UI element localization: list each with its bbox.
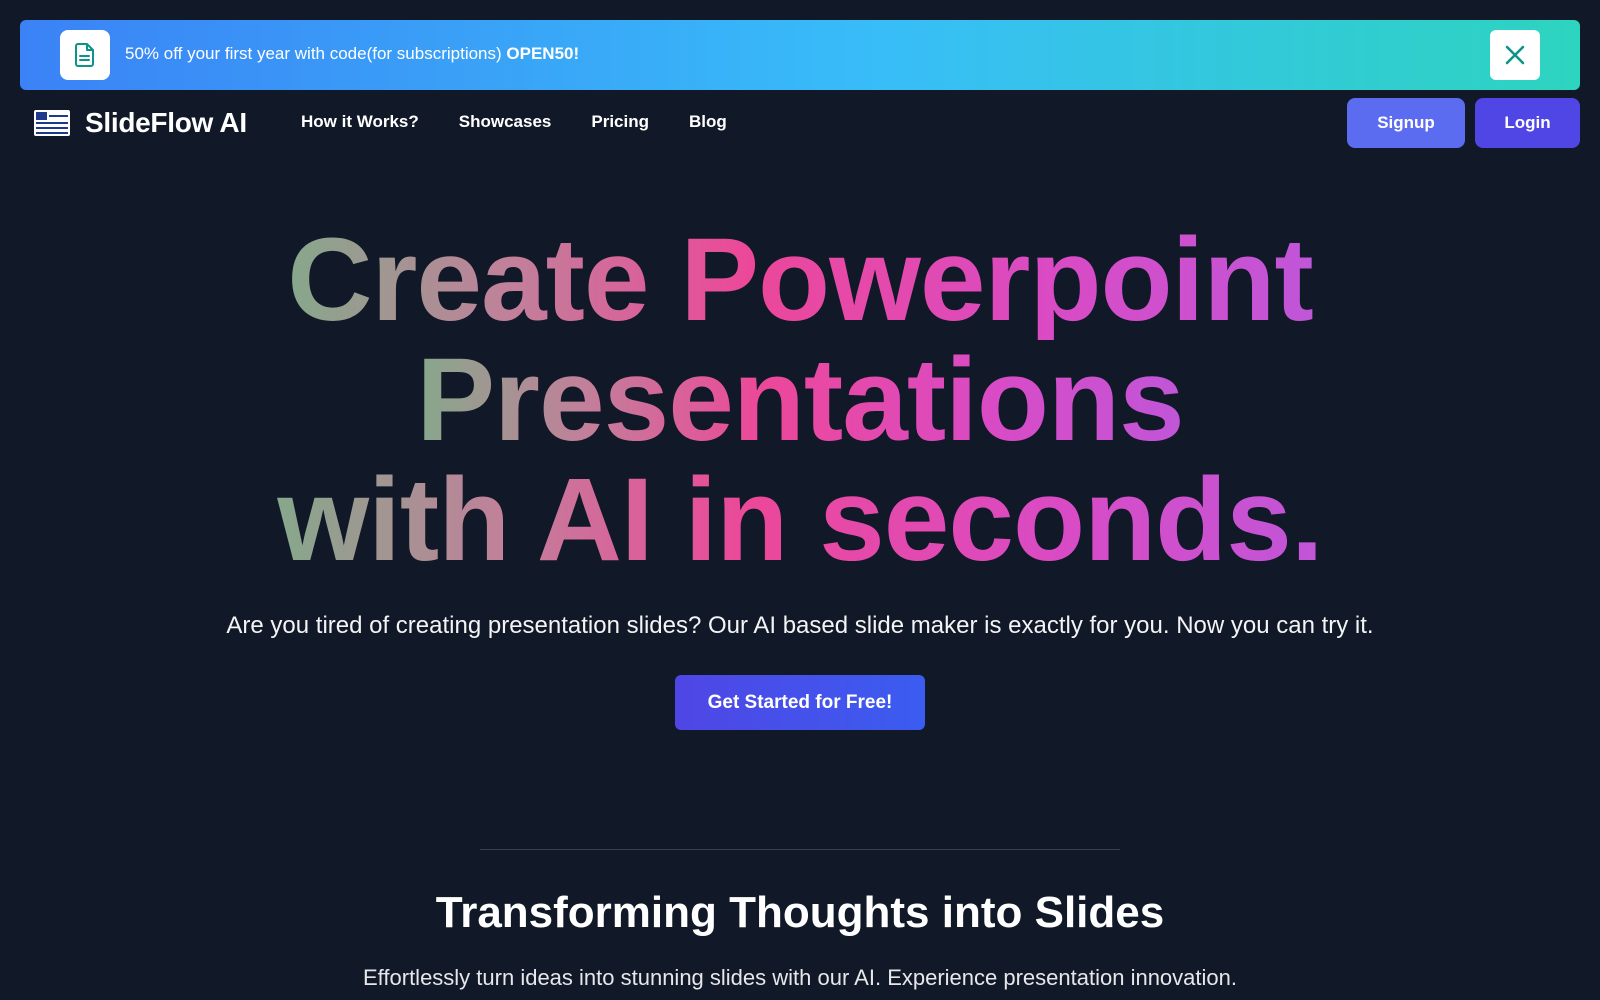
hero-headline: Create Powerpoint Presentations with AI …	[0, 220, 1600, 580]
top-navigation: SlideFlow AI How it Works? Showcases Pri…	[0, 95, 1600, 151]
slides-logo-icon	[34, 110, 70, 136]
hero-line-3: with AI in seconds.	[277, 454, 1323, 586]
nav-link-blog[interactable]: Blog	[689, 112, 727, 132]
promo-message: 50% off your first year with code(for su…	[125, 44, 507, 63]
promo-banner: 50% off your first year with code(for su…	[20, 20, 1580, 90]
login-button[interactable]: Login	[1475, 98, 1580, 148]
hero-line-1: Create Powerpoint	[287, 214, 1314, 346]
nav-link-how-it-works[interactable]: How it Works?	[301, 112, 419, 132]
signup-button[interactable]: Signup	[1347, 98, 1465, 148]
section-divider	[480, 849, 1120, 850]
promo-code: OPEN50!	[506, 44, 580, 63]
brand-name: SlideFlow AI	[85, 107, 247, 138]
document-icon	[60, 30, 110, 80]
section-title: Transforming Thoughts into Slides	[435, 888, 1165, 937]
hero-line-2: Presentations	[416, 334, 1184, 466]
nav-link-showcases[interactable]: Showcases	[459, 112, 552, 132]
section-subtitle: Effortlessly turn ideas into stunning sl…	[363, 965, 1237, 990]
close-icon	[1505, 45, 1525, 65]
nav-links: How it Works? Showcases Pricing Blog	[301, 112, 767, 132]
hero-subtitle: Are you tired of creating presentation s…	[226, 612, 1374, 639]
brand-logo[interactable]: SlideFlow AI	[34, 107, 247, 139]
promo-text: 50% off your first year with code(for su…	[125, 44, 579, 64]
get-started-button[interactable]: Get Started for Free!	[675, 675, 925, 730]
close-banner-button[interactable]	[1490, 30, 1540, 80]
nav-link-pricing[interactable]: Pricing	[591, 112, 649, 132]
